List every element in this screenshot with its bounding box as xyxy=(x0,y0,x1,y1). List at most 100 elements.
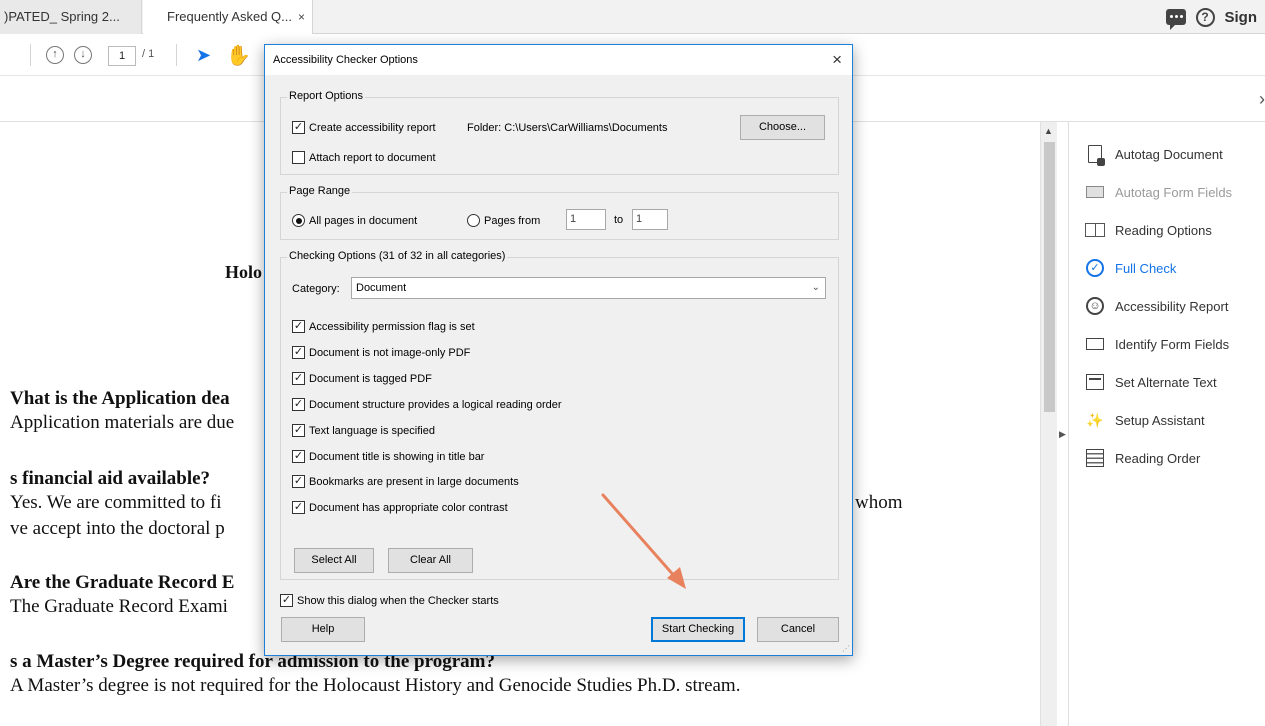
checkbox-label: Document is not image-only PDF xyxy=(309,346,471,359)
checkbox-box: ✓ xyxy=(292,320,305,333)
checkbox-box xyxy=(292,151,305,164)
tool-label: Full Check xyxy=(1115,260,1177,276)
tool-setup-assistant[interactable]: ✨ Setup Assistant xyxy=(1085,408,1205,432)
tool-label: Reading Options xyxy=(1115,222,1212,238)
group-legend: Checking Options (31 of 32 in all catego… xyxy=(287,250,508,262)
checkbox-label: Document has appropriate color contrast xyxy=(309,501,508,514)
checkbox-box: ✓ xyxy=(292,121,305,134)
accessibility-checker-options-dialog: Accessibility Checker Options × Report O… xyxy=(264,44,853,656)
scrollbar-thumb[interactable] xyxy=(1044,142,1055,412)
tool-reading-options[interactable]: Reading Options xyxy=(1085,218,1212,242)
group-legend: Report Options xyxy=(287,90,365,102)
check-option-item[interactable]: ✓ Document structure provides a logical r… xyxy=(292,398,562,411)
checkbox-label: Document is tagged PDF xyxy=(309,372,432,385)
dialog-close-icon[interactable]: × xyxy=(832,50,842,70)
dialog-title: Accessibility Checker Options xyxy=(273,54,418,66)
document-title: Holo xyxy=(225,262,263,282)
document-scrollbar[interactable]: ▲ xyxy=(1040,122,1057,726)
help-button[interactable]: Help xyxy=(281,617,365,642)
answer-line: ve accept into the doctoral p xyxy=(10,518,225,539)
radio-label: All pages in document xyxy=(309,214,418,227)
scroll-up-icon[interactable]: ▲ xyxy=(1044,126,1053,136)
help-icon[interactable]: ? xyxy=(1195,7,1215,27)
check-option-item[interactable]: ✓ Document is tagged PDF xyxy=(292,372,432,385)
check-option-item[interactable]: ✓ Text language is specified xyxy=(292,424,435,437)
tool-set-alternate-text[interactable]: Set Alternate Text xyxy=(1085,370,1217,394)
tool-reading-order[interactable]: Reading Order xyxy=(1085,446,1200,470)
comment-icon[interactable] xyxy=(1165,9,1186,30)
checkbox-label: Bookmarks are present in large documents xyxy=(309,475,519,488)
check-option-item[interactable]: ✓ Accessibility permission flag is set xyxy=(292,320,475,333)
all-pages-radio[interactable]: All pages in document xyxy=(292,214,417,227)
clear-all-button[interactable]: Clear All xyxy=(388,548,473,573)
check-option-item[interactable]: ✓ Bookmarks are present in large document… xyxy=(292,475,519,488)
tool-label: Set Alternate Text xyxy=(1115,374,1217,390)
question-line: Are the Graduate Record E xyxy=(10,572,235,593)
page-total: / 1 xyxy=(142,48,155,60)
dialog-titlebar: Accessibility Checker Options × xyxy=(265,45,852,75)
answer-line: Yes. We are committed to fi xyxy=(10,492,222,513)
close-tool-icon[interactable]: › xyxy=(1259,89,1265,110)
tab-close-icon[interactable]: × xyxy=(298,10,305,24)
tab-label: Frequently Asked Q... xyxy=(167,9,293,24)
reading-options-icon xyxy=(1085,220,1105,240)
attach-report-checkbox[interactable]: Attach report to document xyxy=(292,151,436,164)
toolbar-divider xyxy=(176,44,177,66)
hand-tool-icon[interactable]: ✋ xyxy=(226,43,251,68)
setup-assistant-icon: ✨ xyxy=(1086,411,1104,428)
sign-in-link[interactable]: Sign xyxy=(1225,9,1258,26)
radio-dot xyxy=(292,214,305,227)
cancel-button[interactable]: Cancel xyxy=(757,617,839,642)
resize-grip-icon[interactable]: ⋰ xyxy=(842,644,850,653)
checkbox-label: Create accessibility report xyxy=(309,121,436,134)
tool-accessibility-report[interactable]: ☺ Accessibility Report xyxy=(1085,294,1228,318)
tool-autotag-document[interactable]: Autotag Document xyxy=(1085,142,1223,166)
create-report-checkbox[interactable]: ✓ Create accessibility report xyxy=(292,121,436,134)
tab-document-1[interactable]: )PATED_ Spring 2... xyxy=(0,0,142,34)
page-number-input[interactable]: 1 xyxy=(108,46,136,66)
to-label: to xyxy=(614,214,624,226)
previous-page-icon[interactable]: ↑ xyxy=(46,46,64,64)
select-tool-icon[interactable]: ➤ xyxy=(196,45,211,66)
reading-order-icon xyxy=(1085,448,1105,468)
autotag-document-icon xyxy=(1085,144,1105,166)
category-select[interactable]: Document ⌄ xyxy=(351,277,826,299)
tool-label: Setup Assistant xyxy=(1115,412,1205,428)
tool-autotag-form-fields[interactable]: Autotag Form Fields xyxy=(1085,180,1232,204)
tool-full-check[interactable]: ✓ Full Check xyxy=(1085,256,1176,280)
checkbox-box: ✓ xyxy=(292,450,305,463)
checkbox-box: ✓ xyxy=(292,398,305,411)
autotag-form-fields-icon xyxy=(1085,182,1105,202)
collapse-panel-icon[interactable]: ▶ xyxy=(1059,429,1066,440)
pages-from-field[interactable]: 1 xyxy=(566,209,606,230)
next-page-icon[interactable]: ↓ xyxy=(74,46,92,64)
tool-label: Autotag Document xyxy=(1115,146,1223,162)
pages-from-radio[interactable]: Pages from xyxy=(467,214,540,227)
chevron-down-icon: ⌄ xyxy=(811,282,820,293)
start-checking-button[interactable]: Start Checking xyxy=(651,617,745,642)
choose-button[interactable]: Choose... xyxy=(740,115,825,140)
tool-identify-form-fields[interactable]: Identify Form Fields xyxy=(1085,332,1229,356)
pages-to-field[interactable]: 1 xyxy=(632,209,668,230)
show-dialog-checkbox[interactable]: ✓ Show this dialog when the Checker star… xyxy=(280,594,499,607)
folder-path: Folder: C:\Users\CarWilliams\Documents xyxy=(467,122,668,134)
accessibility-tools-panel: Autotag Document Autotag Form Fields Rea… xyxy=(1068,122,1265,726)
answer-line: whom xyxy=(855,492,903,513)
check-option-item[interactable]: ✓ Document is not image-only PDF xyxy=(292,346,470,359)
checking-options-group: Checking Options (31 of 32 in all catego… xyxy=(280,250,839,580)
set-alternate-text-icon xyxy=(1085,372,1105,392)
checkbox-box: ✓ xyxy=(292,501,305,514)
tool-label: Accessibility Report xyxy=(1115,298,1229,314)
radio-dot xyxy=(467,214,480,227)
tab-document-2[interactable]: Frequently Asked Q... × xyxy=(143,0,313,34)
answer-line: Application materials are due xyxy=(10,412,235,433)
question-line: s financial aid available? xyxy=(10,468,211,489)
select-all-button[interactable]: Select All xyxy=(294,548,374,573)
accessibility-report-icon: ☺ xyxy=(1085,296,1105,316)
tool-label: Identify Form Fields xyxy=(1115,336,1230,352)
checkbox-label: Document title is showing in title bar xyxy=(309,450,485,463)
check-option-item[interactable]: ✓ Document title is showing in title bar xyxy=(292,450,484,463)
checkbox-label: Text language is specified xyxy=(309,424,435,437)
check-option-item[interactable]: ✓ Document has appropriate color contrast xyxy=(292,501,508,514)
tab-bar: )PATED_ Spring 2... Frequently Asked Q..… xyxy=(0,0,1265,34)
